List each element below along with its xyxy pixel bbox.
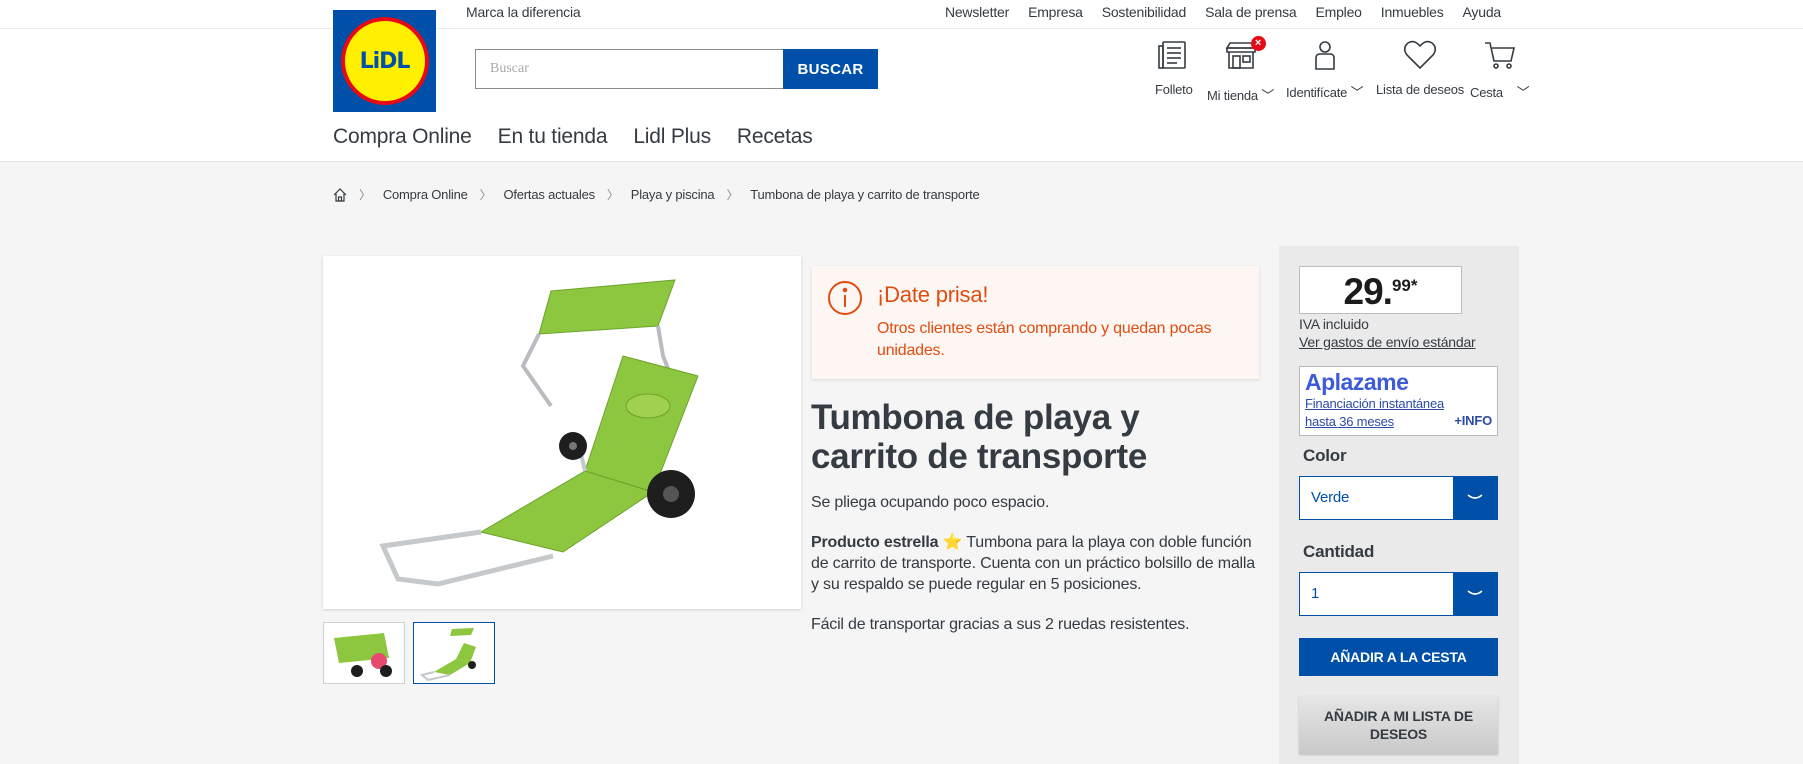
price-decimal: 99* (1391, 276, 1418, 295)
home-icon[interactable] (333, 187, 347, 202)
top-link-sostenibilidad[interactable]: Sostenibilidad (1102, 4, 1187, 20)
breadcrumb-current: Tumbona de playa y carrito de transporte (750, 187, 980, 202)
top-link-sala-de-prensa[interactable]: Sala de prensa (1205, 4, 1297, 20)
store-icon-wrap: × (1224, 36, 1266, 85)
chevron-right-icon: 〉 (479, 188, 492, 202)
logo-text: LiDL (359, 48, 411, 74)
shipping-link[interactable]: Ver gastos de envío estándar (1299, 334, 1476, 350)
thumbnail-image (419, 628, 476, 682)
thumbnail-2[interactable] (413, 622, 495, 684)
aplazame-logo: Aplazame (1305, 369, 1409, 395)
chevron-down-icon[interactable] (1453, 573, 1497, 615)
iva-note: IVA incluido (1299, 316, 1369, 332)
aplazame-info-link[interactable]: +INFO (1454, 413, 1492, 428)
store-remove-badge[interactable]: × (1250, 36, 1266, 51)
nav-recetas[interactable]: Recetas (737, 125, 813, 149)
quantity-label: Cantidad (1303, 542, 1375, 561)
chevron-right-icon: 〉 (359, 188, 371, 202)
price-box: 29. 99* (1299, 266, 1462, 314)
nav-en-tu-tienda[interactable]: En tu tienda (498, 125, 608, 149)
product-title: Tumbona de playa y carrito de transporte (811, 398, 1148, 476)
cesta-text: Cesta (1470, 85, 1503, 100)
alert-title: ¡Date prisa! (877, 282, 989, 307)
star-icon: ⭐ (942, 534, 963, 551)
main-nav: Compra Online En tu tienda Lidl Plus Rec… (333, 125, 813, 149)
color-select-value: Verde (1311, 489, 1350, 506)
buy-box: 29. 99* IVA incluido Ver gastos de envío… (1279, 246, 1519, 764)
color-label: Color (1303, 446, 1347, 465)
add-to-wishlist-button[interactable]: AÑADIR A MI LISTA DE DESEOS (1299, 696, 1498, 754)
folleto-label: Folleto (1155, 82, 1193, 97)
breadcrumb-item[interactable]: Ofertas actuales (503, 187, 595, 202)
alert-text: Otros clientes están comprando y quedan … (877, 320, 1212, 359)
chevron-down-icon[interactable] (1453, 477, 1497, 519)
nav-compra-online[interactable]: Compra Online (333, 125, 472, 149)
breadcrumb: 〉 Compra Online 〉 Ofertas actuales 〉 Pla… (333, 186, 980, 203)
aplazame-box[interactable]: Aplazame Financiación instantánea hasta … (1299, 366, 1498, 436)
lounger-image (379, 279, 699, 587)
aplazame-financing-link[interactable]: Financiación instantánea hasta 36 meses (1305, 395, 1455, 431)
cesta-label: Cesta ﹀ (1470, 82, 1530, 101)
topbar-divider (0, 28, 1803, 29)
product-short-desc: Se pliega ocupando poco espacio. (811, 494, 1050, 511)
top-link-empresa[interactable]: Empresa (1028, 4, 1083, 20)
color-select[interactable]: Verde (1299, 476, 1498, 520)
cart-icon (1484, 42, 1515, 69)
mi-tienda-link[interactable]: × Mi tienda ﹀ (1207, 36, 1274, 104)
search-input[interactable] (475, 49, 784, 89)
identificate-label: Identifícate ﹀ (1286, 82, 1364, 101)
product-main-image[interactable] (323, 256, 801, 609)
flyer-icon (1158, 41, 1186, 69)
folleto-link[interactable]: Folleto (1155, 38, 1193, 97)
logo-ring: LiDL (340, 17, 429, 105)
chevron-right-icon: 〉 (726, 188, 739, 202)
search-button[interactable]: BUSCAR (783, 49, 878, 89)
chevron-down-icon: ﹀ (1350, 85, 1364, 100)
mi-tienda-label: Mi tienda ﹀ (1207, 85, 1274, 104)
top-link-newsletter[interactable]: Newsletter (945, 4, 1009, 20)
identificate-text: Identifícate (1286, 85, 1348, 100)
heart-icon (1403, 40, 1437, 70)
top-link-inmuebles[interactable]: Inmuebles (1381, 4, 1444, 20)
cesta-link[interactable]: Cesta ﹀ (1470, 38, 1530, 101)
top-links: Newsletter Empresa Sostenibilidad Sala d… (945, 4, 1501, 20)
site-header: LiDL Marca la diferencia Newsletter Empr… (0, 0, 1803, 162)
nav-lidl-plus[interactable]: Lidl Plus (633, 125, 711, 149)
quantity-select[interactable]: 1 (1299, 572, 1498, 616)
price-integer: 29. (1343, 271, 1393, 312)
chevron-right-icon: 〉 (606, 188, 619, 202)
top-link-empleo[interactable]: Empleo (1315, 4, 1361, 20)
identificate-link[interactable]: Identifícate ﹀ (1286, 38, 1364, 101)
product-long-desc: Producto estrella ⭐ Tumbona para la play… (811, 532, 1261, 595)
thumbnail-image (334, 633, 392, 677)
lista-deseos-link[interactable]: Lista de deseos (1376, 38, 1464, 97)
star-product-label: Producto estrella (811, 534, 939, 551)
product-extra-desc: Fácil de transportar gracias a sus 2 rue… (811, 616, 1190, 633)
thumbnail-1[interactable] (323, 622, 405, 684)
lidl-logo[interactable]: LiDL (333, 10, 436, 112)
breadcrumb-item[interactable]: Playa y piscina (631, 187, 715, 202)
chevron-down-icon: ﹀ (1516, 85, 1530, 100)
tagline: Marca la diferencia (466, 4, 581, 20)
info-icon (828, 281, 862, 315)
chevron-down-icon: ﹀ (1261, 88, 1275, 103)
top-link-ayuda[interactable]: Ayuda (1463, 4, 1502, 20)
lista-deseos-label: Lista de deseos (1376, 82, 1465, 97)
mi-tienda-text: Mi tienda (1207, 88, 1258, 103)
user-icon (1314, 41, 1335, 70)
quantity-select-value: 1 (1311, 585, 1320, 602)
hurry-alert: ¡Date prisa! Otros clientes están compra… (812, 266, 1259, 379)
breadcrumb-item[interactable]: Compra Online (383, 187, 468, 202)
add-to-cart-button[interactable]: AÑADIR A LA CESTA (1299, 638, 1498, 676)
